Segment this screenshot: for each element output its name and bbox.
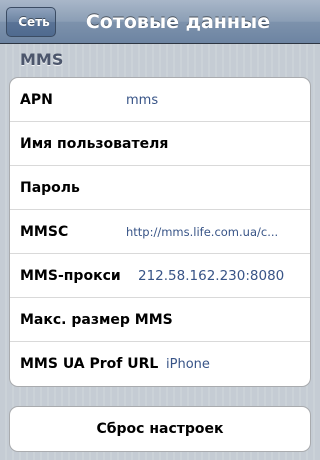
username-field[interactable] [126, 122, 300, 166]
password-row[interactable]: Пароль [10, 166, 310, 210]
reset-settings-button[interactable]: Сброс настроек [9, 406, 311, 452]
back-button-label: Сеть [18, 15, 50, 29]
mms-settings-group: APN mms Имя пользователя Пароль MMSC htt… [9, 77, 311, 387]
apn-label: APN [20, 92, 53, 108]
password-field[interactable] [126, 166, 300, 210]
ua-prof-row[interactable]: MMS UA Prof URL iPhone [10, 342, 310, 386]
back-button[interactable]: Сеть [0, 7, 56, 37]
apn-row[interactable]: APN mms [10, 78, 310, 122]
mms-proxy-row[interactable]: MMS-прокси 212.58.162.230:8080 [10, 254, 310, 298]
navigation-bar: Сеть Сотовые данные [0, 0, 320, 44]
apn-field[interactable]: mms [126, 78, 300, 122]
mms-proxy-field[interactable]: 212.58.162.230:8080 [138, 254, 300, 298]
mmsc-label: MMSC [20, 224, 69, 240]
mmsc-row[interactable]: MMSC http://mms.life.com.ua/c... [10, 210, 310, 254]
username-row[interactable]: Имя пользователя [10, 122, 310, 166]
mmsc-field[interactable]: http://mms.life.com.ua/c... [126, 210, 300, 254]
ua-prof-label: MMS UA Prof URL [20, 356, 159, 372]
max-size-row[interactable]: Макс. размер MMS [10, 298, 310, 342]
page-title: Сотовые данные [85, 11, 271, 33]
ua-prof-field[interactable]: iPhone [166, 342, 300, 386]
section-header-mms: MMS [20, 50, 64, 69]
reset-settings-label: Сброс настроек [96, 421, 224, 437]
max-size-label: Макс. размер MMS [20, 312, 173, 328]
password-label: Пароль [20, 180, 80, 196]
max-size-field[interactable] [166, 298, 300, 342]
mms-proxy-label: MMS-прокси [20, 268, 121, 284]
